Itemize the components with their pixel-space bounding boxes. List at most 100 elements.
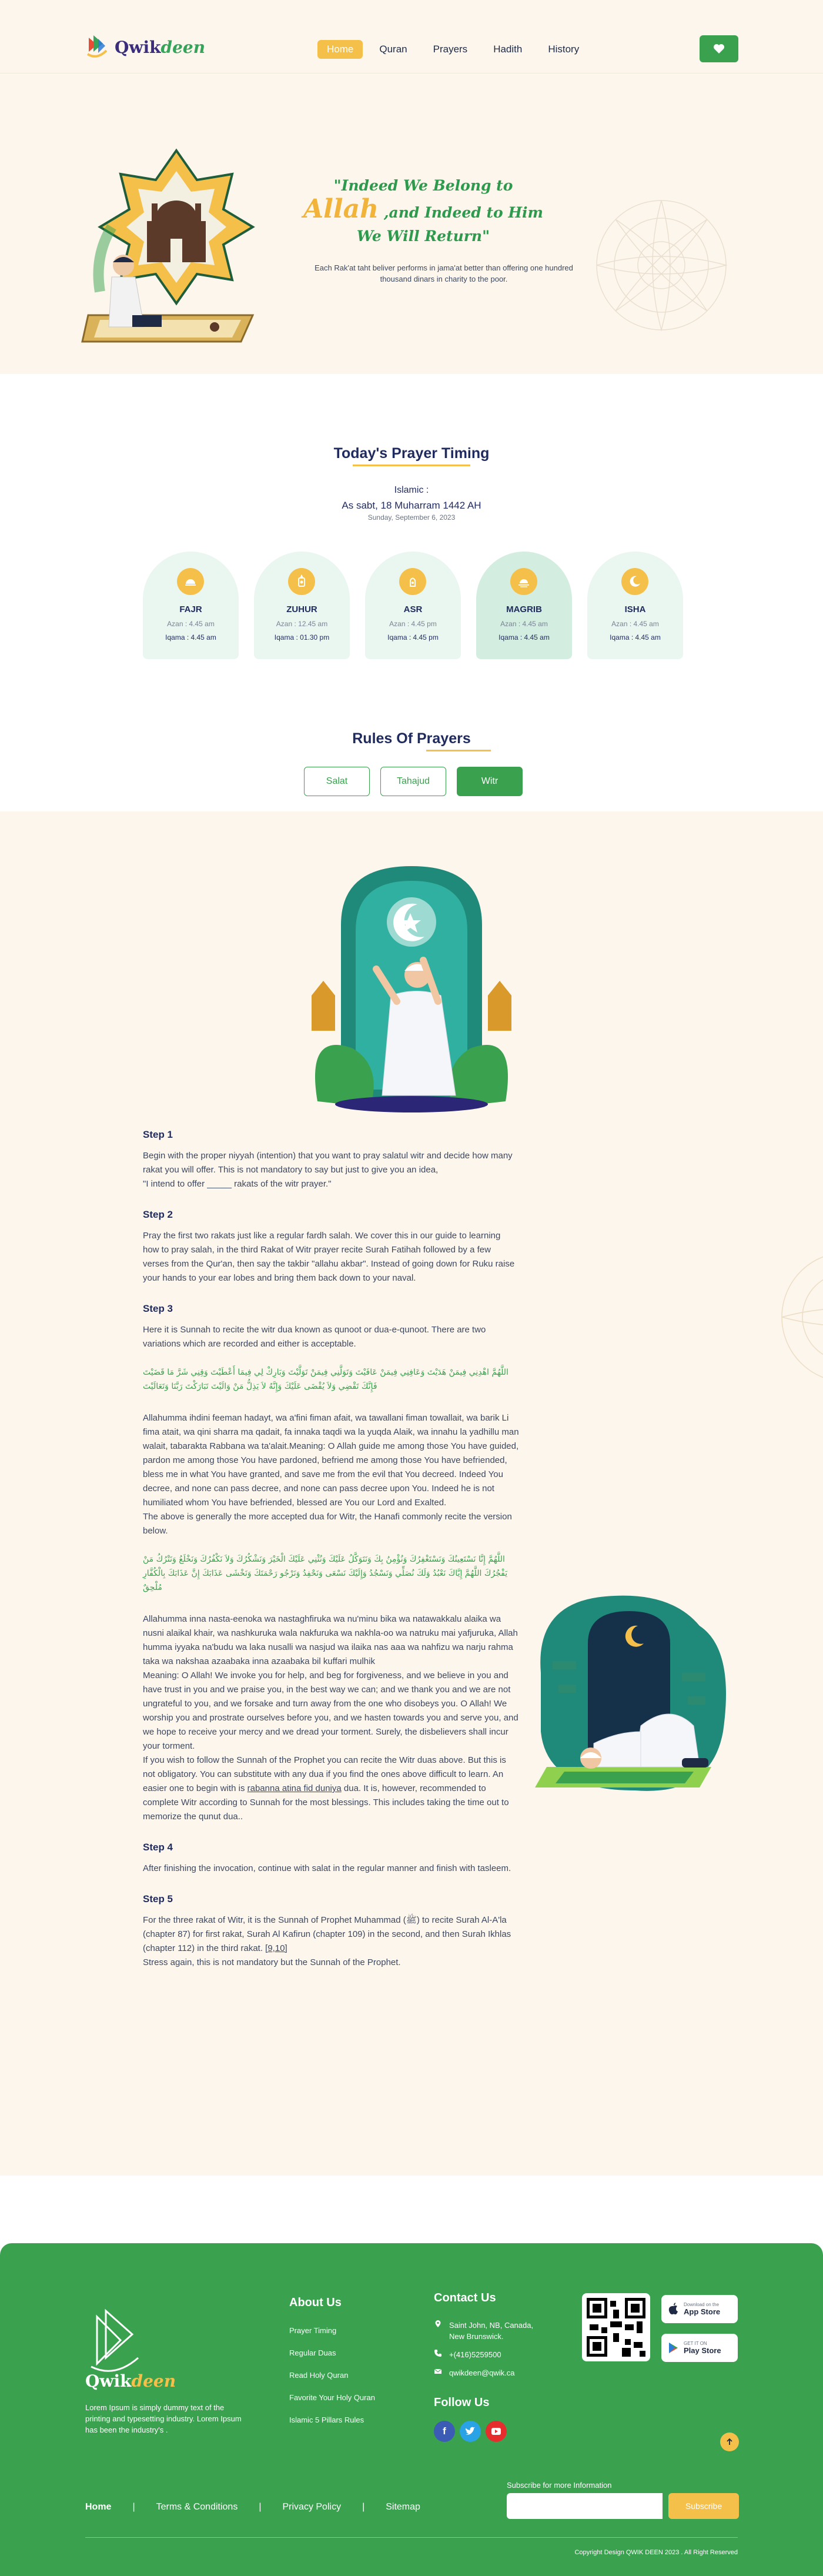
title-underline xyxy=(353,465,470,466)
subscribe-label: Subscribe for more Information xyxy=(507,2481,612,2490)
footer-link-pillars[interactable]: Islamic 5 Pillars Rules xyxy=(289,2409,375,2431)
step-heading: Step 3 xyxy=(143,1303,173,1314)
reference-link[interactable]: [9,10] xyxy=(265,1943,287,1953)
scroll-top-button[interactable] xyxy=(720,2433,739,2451)
youtube-icon xyxy=(491,2428,501,2435)
qr-code-icon xyxy=(587,2298,645,2357)
step-text: Pray the first two rakats just like a re… xyxy=(143,1231,515,1283)
prayer-name: ZUHUR xyxy=(286,604,317,614)
contact-info: Saint John, NB, Canada, New Brunswick. +… xyxy=(434,2320,543,2385)
site-footer: Qwikdeen Lorem Ipsum is simply dummy tex… xyxy=(0,2243,823,2576)
footer-link-prayer-timing[interactable]: Prayer Timing xyxy=(289,2320,375,2342)
footer-link-regular-duas[interactable]: Regular Duas xyxy=(289,2342,375,2364)
contact-title: Contact Us xyxy=(434,2291,496,2304)
prayer-card-magrib[interactable]: MAGRIB Azan : 4.45 am Iqama : 4.45 am xyxy=(476,552,572,659)
subscribe-email-input[interactable] xyxy=(507,2493,663,2519)
islamic-label: Islamic : xyxy=(394,485,429,495)
location-pin-icon xyxy=(435,2320,441,2327)
contact-email[interactable]: qwikdeen@qwik.ca xyxy=(449,2367,514,2378)
tab-salat[interactable]: Salat xyxy=(304,767,370,796)
footer-sitemap-link[interactable]: Sitemap xyxy=(386,2502,420,2512)
logo-text: Qwikdeen xyxy=(115,37,206,57)
step-text: Here it is Sunnah to recite the witr dua… xyxy=(143,1325,486,1349)
sunrise-icon xyxy=(185,579,196,586)
hero-quote: "Indeed We Belong to Allah ,and Indeed t… xyxy=(303,177,543,245)
arrow-up-icon xyxy=(727,2438,732,2445)
prayer-name: FAJR xyxy=(179,604,202,614)
step-heading: Step 5 xyxy=(143,1893,173,1905)
hero-section: "Indeed We Belong to Allah ,and Indeed t… xyxy=(0,74,823,374)
app-store-button[interactable]: Download on the App Store xyxy=(661,2295,738,2323)
witr-steps: Step 1 Begin with the proper niyyah (int… xyxy=(143,1129,519,1987)
facebook-button[interactable]: f xyxy=(434,2421,455,2442)
prayer-iqama: Iqama : 4.45 am xyxy=(499,633,550,642)
step-text: Allahumma ihdini feeman hadayt, wa a'fin… xyxy=(143,1413,519,1536)
link-separator: | xyxy=(132,2502,135,2512)
prayer-azan: Azan : 4.45 am xyxy=(167,620,215,628)
footer-bottom-links: Home | Terms & Conditions | Privacy Poli… xyxy=(85,2502,420,2512)
twitter-button[interactable] xyxy=(460,2421,481,2442)
nav-history[interactable]: History xyxy=(538,40,588,59)
step-text: If you wish to follow the Sunnah of the … xyxy=(143,1755,509,1822)
rule-tabs: Salat Tahajud Witr xyxy=(304,767,523,796)
prayer-card-zuhur[interactable]: ZUHUR Azan : 12.45 am Iqama : 01.30 pm xyxy=(254,552,350,659)
tab-witr[interactable]: Witr xyxy=(457,767,523,796)
prayer-azan: Azan : 12.45 am xyxy=(276,620,328,628)
main-nav: Home Quran Prayers Hadith History xyxy=(317,40,588,59)
prayer-name: ISHA xyxy=(624,604,646,614)
step-text: For the three rakat of Witr, it is the S… xyxy=(143,1915,511,1967)
prayer-name: MAGRIB xyxy=(506,604,542,614)
rules-content: Step 1 Begin with the proper niyyah (int… xyxy=(0,811,823,2176)
prayer-azan: Azan : 4.45 am xyxy=(611,620,659,628)
play-store-icon xyxy=(669,2343,678,2353)
follow-title: Follow Us xyxy=(434,2396,490,2409)
facebook-icon: f xyxy=(443,2425,446,2437)
tab-tahajud[interactable]: Tahajud xyxy=(380,767,446,796)
footer-privacy-link[interactable]: Privacy Policy xyxy=(282,2502,341,2512)
footer-home-link[interactable]: Home xyxy=(85,2502,111,2512)
gregorian-date: Sunday, September 6, 2023 xyxy=(367,513,456,522)
link-separator: | xyxy=(259,2502,262,2512)
rules-title: Rules Of Prayers xyxy=(0,730,823,751)
footer-terms-link[interactable]: Terms & Conditions xyxy=(156,2502,238,2512)
link-separator: | xyxy=(362,2502,365,2512)
nav-quran[interactable]: Quran xyxy=(370,40,416,59)
footer-link-favorite-quran[interactable]: Favorite Your Holy Quran xyxy=(289,2387,375,2409)
title-underline xyxy=(426,750,491,751)
youtube-button[interactable] xyxy=(486,2421,507,2442)
prayer-azan: Azan : 4.45 pm xyxy=(389,620,437,628)
twitter-icon xyxy=(466,2427,475,2435)
sunset-icon xyxy=(518,579,529,587)
mandala-decoration-icon xyxy=(781,1256,823,1378)
logo-mark-icon xyxy=(86,35,108,58)
footer-link-read-quran[interactable]: Read Holy Quran xyxy=(289,2364,375,2387)
subscribe-button[interactable]: Subscribe xyxy=(668,2493,739,2519)
prayer-card-isha[interactable]: ISHA Azan : 4.45 am Iqama : 4.45 am xyxy=(587,552,683,659)
nav-home[interactable]: Home xyxy=(317,40,363,59)
site-logo[interactable]: Qwikdeen xyxy=(85,29,205,65)
play-store-button[interactable]: GET IT ON Play Store xyxy=(661,2334,738,2362)
social-links: f xyxy=(434,2421,507,2442)
praying-man-mosque-illustration xyxy=(81,148,255,343)
prayer-iqama: Iqama : 4.45 am xyxy=(610,633,661,642)
prayer-azan: Azan : 4.45 am xyxy=(500,620,548,628)
prayer-timing-title: Today's Prayer Timing xyxy=(0,445,823,466)
hero-subtitle: Each Rak'at taht beliver performs in jam… xyxy=(315,263,573,283)
lantern-icon xyxy=(298,574,305,587)
arabic-dua: اللَّهُمَّ إِنَّا نَسْتَعِينُكَ وَنَسْتَ… xyxy=(143,1555,508,1592)
prayer-card-fajr[interactable]: FAJR Azan : 4.45 am Iqama : 4.45 am xyxy=(143,552,239,659)
prayer-card-asr[interactable]: ASR Azan : 4.45 pm Iqama : 4.45 pm xyxy=(365,552,461,659)
step-text: After finishing the invocation, continue… xyxy=(143,1863,511,1873)
nav-hadith[interactable]: Hadith xyxy=(484,40,531,59)
islamic-date: As sabt, 18 Muharram 1442 AH xyxy=(342,500,481,511)
mandala-decoration-icon xyxy=(596,200,728,332)
nav-prayers[interactable]: Prayers xyxy=(424,40,477,59)
about-title: About Us xyxy=(289,2296,342,2309)
phone-icon xyxy=(434,2350,441,2357)
dua-link[interactable]: rabanna atina fid duniya xyxy=(247,1783,342,1793)
man-praying-dua-illustration xyxy=(312,866,511,1112)
contact-phone[interactable]: +(416)5259500 xyxy=(449,2349,501,2360)
prayer-iqama: Iqama : 4.45 pm xyxy=(387,633,439,642)
favorite-button[interactable] xyxy=(700,35,738,62)
footer-logo-text: Qwikdeen xyxy=(85,2371,176,2391)
